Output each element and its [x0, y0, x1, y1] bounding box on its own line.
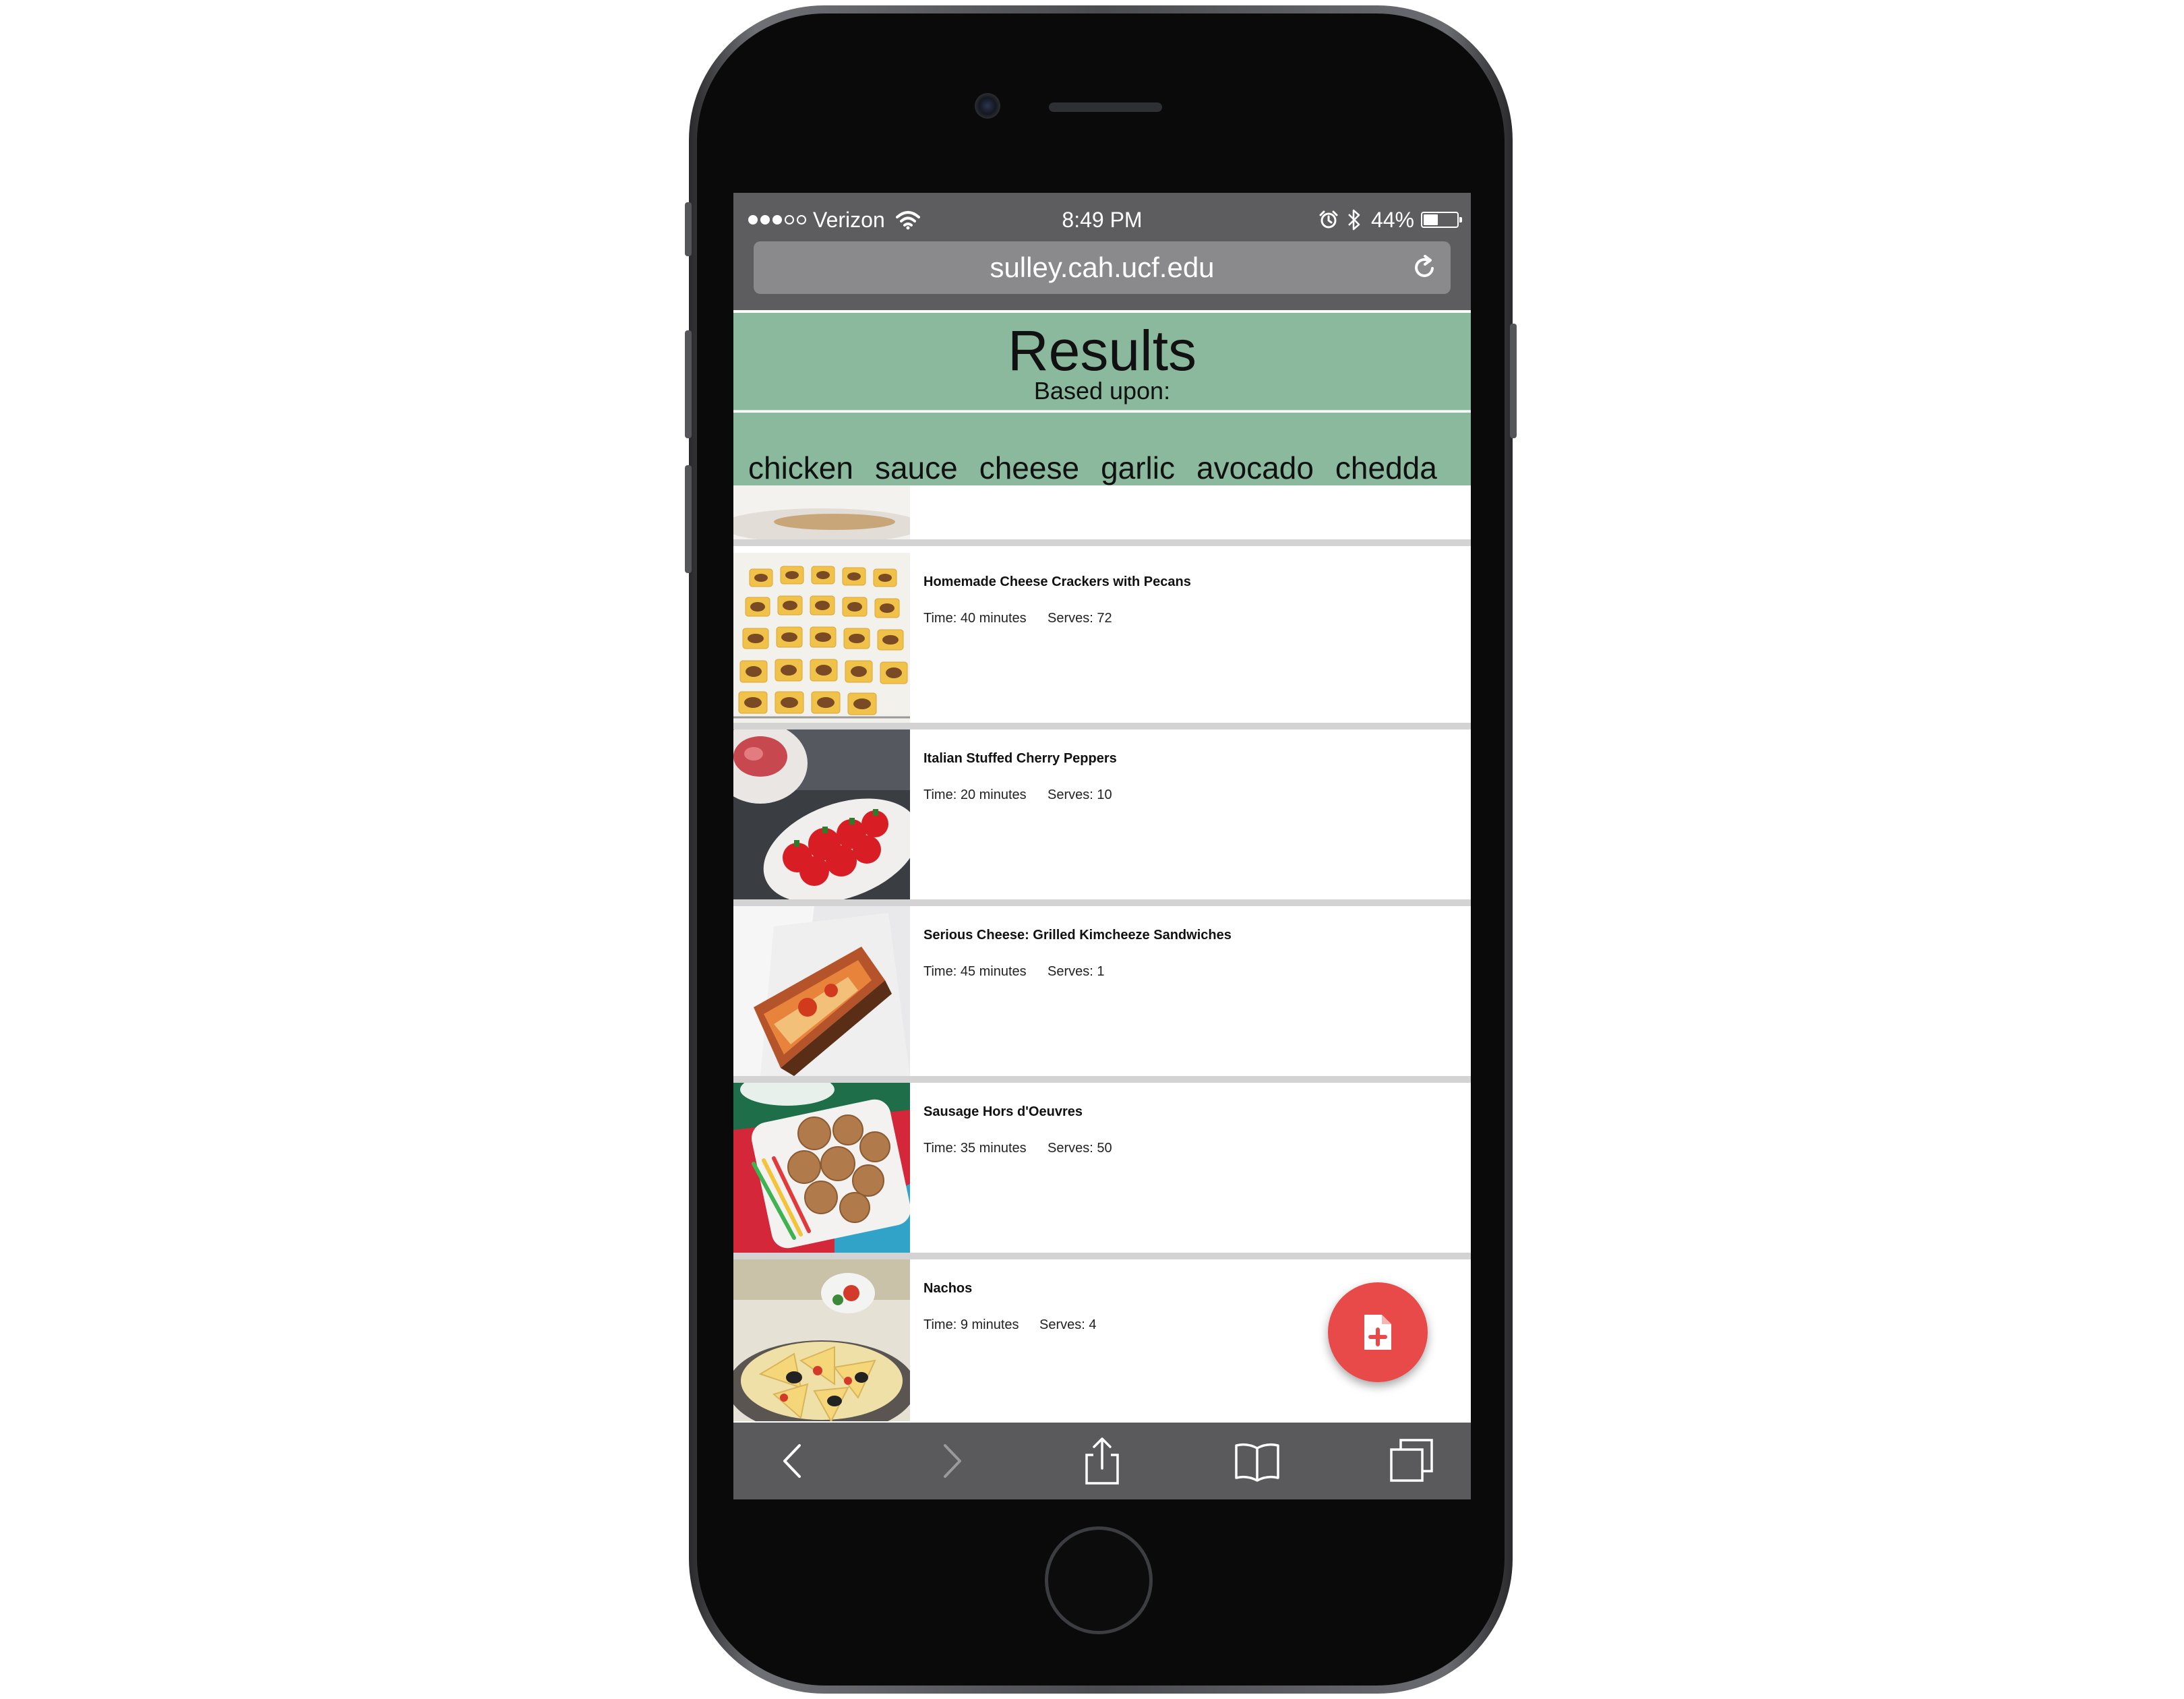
address-bar[interactable]: sulley.cah.ucf.edu — [754, 241, 1451, 294]
recipe-thumbnail — [733, 1083, 910, 1253]
recipe-thumbnail — [733, 906, 910, 1076]
recipe-title[interactable]: Nachos — [923, 1281, 972, 1296]
ingredient-chip[interactable]: chicken — [748, 413, 853, 485]
recipe-card[interactable]: Serious Cheese: Grilled Kimcheeze Sandwi… — [733, 906, 1471, 1083]
recipe-serves: Serves: 1 — [1048, 964, 1105, 979]
recipe-title[interactable]: Italian Stuffed Cherry Peppers — [923, 751, 1117, 767]
page-title: Results — [1007, 319, 1197, 382]
browser-toolbar — [733, 1423, 1471, 1499]
volume-down-button — [685, 465, 692, 573]
browser-top-chrome: Verizon 8:49 PM 44% sulley.cah.ucf.edu — [733, 193, 1471, 310]
ingredient-chip[interactable]: sauce — [875, 413, 958, 485]
recipe-time: Time: 35 minutes — [923, 1141, 1027, 1156]
front-camera — [975, 93, 1000, 119]
recipe-serves: Serves: 10 — [1048, 787, 1112, 802]
mute-switch — [685, 202, 692, 256]
share-icon[interactable] — [1077, 1436, 1127, 1486]
add-recipe-fab[interactable] — [1328, 1282, 1428, 1382]
recipe-thumbnail — [733, 485, 910, 539]
recipe-time: Time: 45 minutes — [923, 964, 1027, 979]
recipe-card[interactable]: Italian Stuffed Cherry Peppers Time: 20 … — [733, 729, 1471, 906]
back-icon[interactable] — [768, 1436, 818, 1486]
recipe-title[interactable]: Serious Cheese: Grilled Kimcheeze Sandwi… — [923, 928, 1232, 943]
ingredient-chip[interactable]: chedda — [1335, 413, 1437, 485]
battery-nub — [1459, 217, 1462, 222]
add-document-icon — [1364, 1315, 1391, 1350]
reload-icon[interactable] — [1410, 254, 1438, 282]
battery-percent: 44% — [1370, 208, 1414, 232]
home-button[interactable] — [1045, 1526, 1153, 1634]
alarm-icon — [1319, 210, 1338, 229]
recipe-serves: Serves: 50 — [1048, 1141, 1112, 1156]
volume-up-button — [685, 330, 692, 438]
recipe-thumbnail — [733, 729, 910, 899]
url-text[interactable]: sulley.cah.ucf.edu — [754, 241, 1451, 294]
results-header: Results Based upon: — [733, 313, 1471, 411]
recipe-time: Time: 20 minutes — [923, 787, 1027, 802]
recipe-card[interactable]: Homemade Cheese Crackers with Pecans Tim… — [733, 553, 1471, 729]
status-right: 44% — [1318, 206, 1462, 233]
recipe-serves: Serves: 4 — [1039, 1317, 1097, 1332]
page-subtitle: Based upon: — [1033, 377, 1171, 405]
recipe-time: Time: 40 minutes — [923, 611, 1027, 626]
forward-icon[interactable] — [926, 1436, 976, 1486]
recipe-title[interactable]: Sausage Hors d'Oeuvres — [923, 1104, 1083, 1120]
recipe-thumbnail — [733, 1259, 910, 1421]
recipe-card-partial[interactable] — [733, 485, 1471, 546]
recipe-serves: Serves: 72 — [1048, 611, 1112, 626]
ingredient-chip[interactable]: garlic — [1101, 413, 1175, 485]
earpiece-speaker — [1049, 102, 1162, 112]
recipe-card[interactable]: Sausage Hors d'Oeuvres Time: 35 minutes … — [733, 1083, 1471, 1259]
ingredient-strip[interactable]: chicken sauce cheese garlic avocado chedda — [733, 413, 1471, 485]
recipe-time: Time: 9 minutes — [923, 1317, 1019, 1332]
tabs-icon[interactable] — [1387, 1436, 1437, 1486]
battery-fill — [1424, 214, 1438, 225]
recipe-list[interactable]: Homemade Cheese Crackers with Pecans Tim… — [733, 485, 1471, 1421]
battery-icon — [1421, 212, 1462, 228]
bookmarks-icon[interactable] — [1232, 1436, 1282, 1486]
ingredient-chip[interactable]: cheese — [979, 413, 1079, 485]
ingredient-chip[interactable]: avocado — [1196, 413, 1314, 485]
bluetooth-icon — [1348, 209, 1360, 231]
phone-screen: Verizon 8:49 PM 44% sulley.cah.ucf.edu R… — [733, 193, 1471, 1499]
recipe-thumbnail — [733, 553, 910, 723]
recipe-title[interactable]: Homemade Cheese Crackers with Pecans — [923, 574, 1191, 590]
power-button — [1510, 324, 1517, 438]
